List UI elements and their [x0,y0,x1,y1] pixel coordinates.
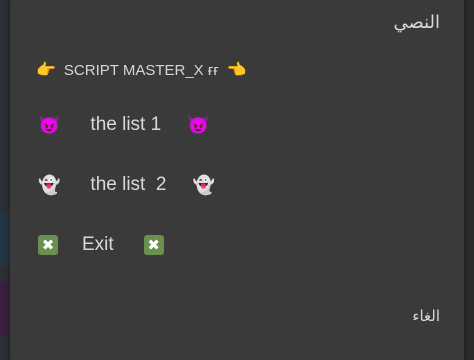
menu-item-exit[interactable]: ✖ Exit ✖ [38,234,164,256]
dialog-title: النصي [393,12,440,33]
dialog-header: 👉 SCRIPT MASTER_X ғғ 👈 [36,62,247,79]
menu-item-label: the list 1 [90,114,162,135]
pointing-right-icon: 👉 [36,61,56,79]
pointing-left-icon: 👈 [226,61,247,79]
menu-item-label: the list 2 [90,174,167,195]
cross-mark-icon: ✖ [143,235,164,255]
menu-item-list-1[interactable]: 😈 the list 1 😈 [38,114,210,136]
script-menu-dialog: النصي 👉 SCRIPT MASTER_X ғғ 👈 😈 the list … [10,0,464,360]
devil-icon: 😈 [38,115,61,135]
menu-item-label: Exit [82,234,114,255]
ghost-icon: 👻 [38,175,61,195]
header-text: SCRIPT MASTER_X ғғ [63,62,219,79]
devil-icon: 😈 [187,115,210,135]
cross-mark-icon: ✖ [38,235,58,255]
menu-item-list-2[interactable]: 👻 the list 2 👻 [38,174,215,196]
ghost-icon: 👻 [192,175,215,195]
cancel-button[interactable]: الغاء [412,307,440,325]
